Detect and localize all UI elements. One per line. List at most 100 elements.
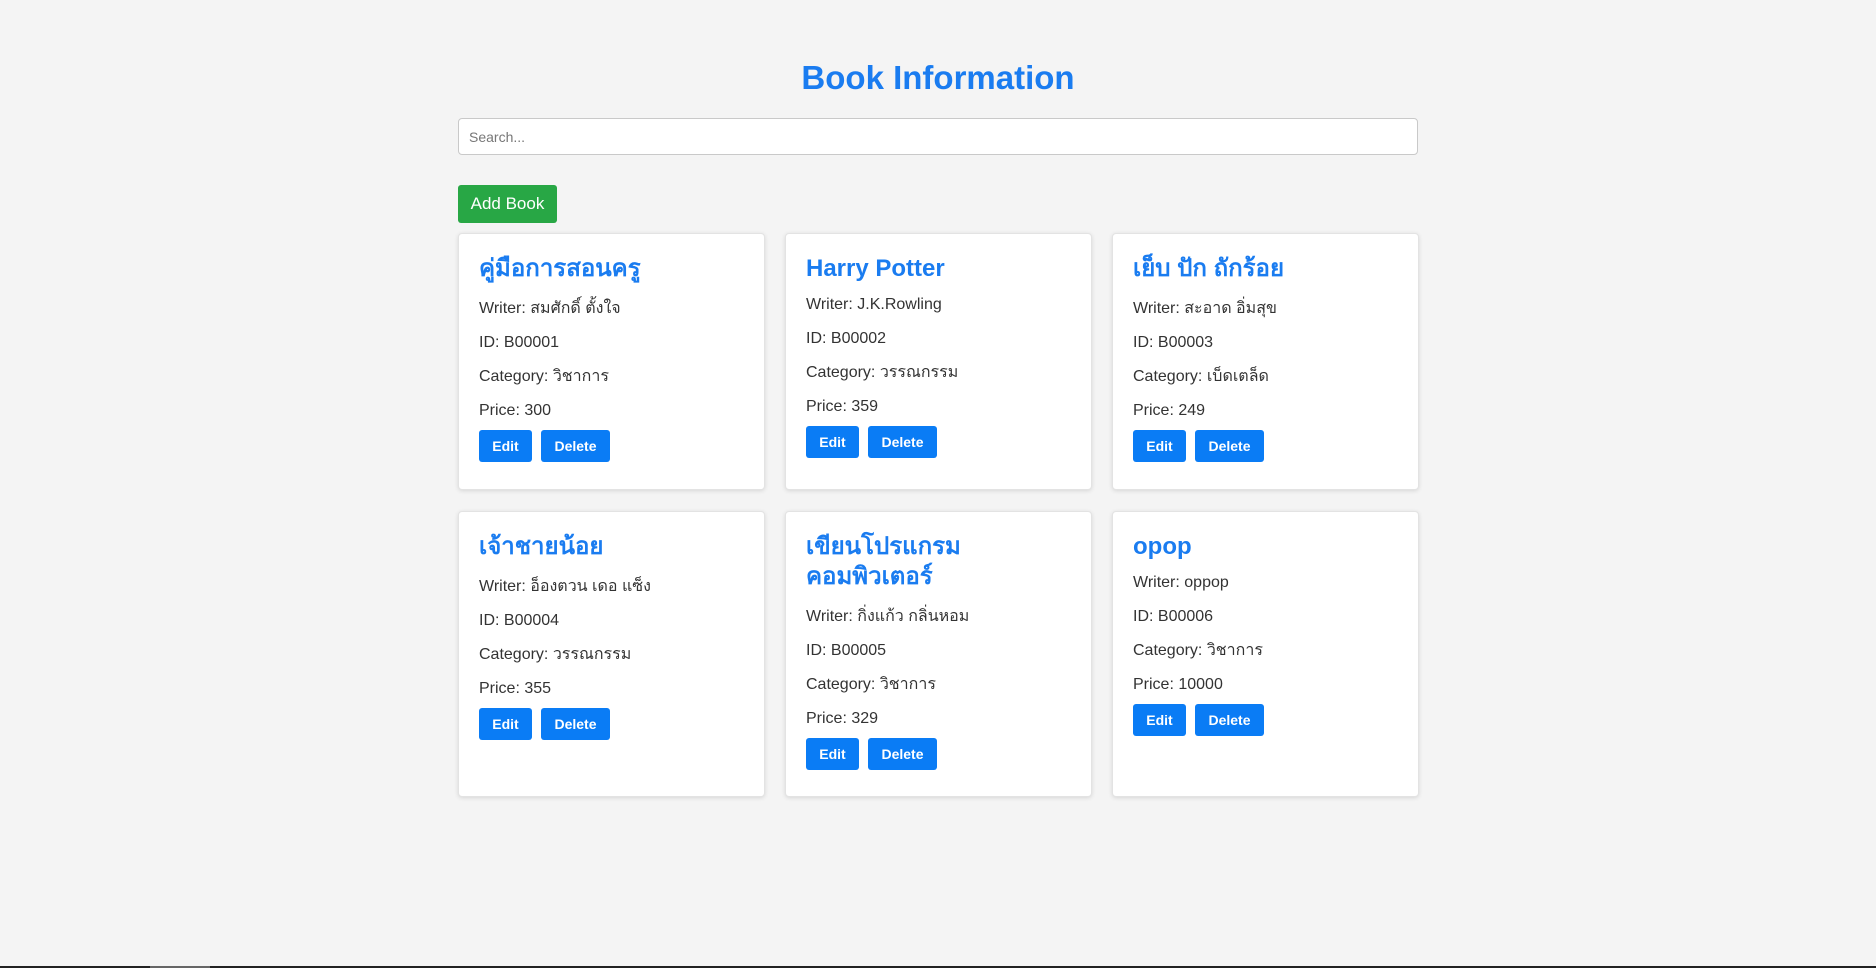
writer-label: Writer:	[806, 608, 858, 625]
card-actions: Edit Delete	[806, 426, 1071, 458]
category-value: วิชาการ	[879, 676, 936, 693]
book-grid: คู่มือการสอนครู Writer: สมศักดิ์ ตั้งใจ …	[458, 233, 1419, 797]
book-writer: Writer: กิ่งแก้ว กลิ่นหอม	[806, 606, 1071, 628]
book-card: opop Writer: oppop ID: B00006 Category: …	[1112, 511, 1419, 797]
book-title: เขียนโปรแกรม คอมพิวเตอร์	[806, 533, 961, 590]
book-title: Harry Potter	[806, 255, 945, 282]
writer-value: สะอาด อิ่มสุข	[1184, 300, 1277, 317]
book-title: opop	[1133, 533, 1192, 560]
price-value: 300	[524, 402, 552, 419]
book-category: Category: วรรณกรรม	[806, 362, 1071, 384]
category-value: เบ็ดเตล็ด	[1206, 368, 1269, 385]
book-id: ID: B00001	[479, 332, 744, 354]
id-value: B00006	[1157, 608, 1214, 625]
book-category: Category: วรรณกรรม	[479, 644, 744, 666]
price-value: 10000	[1178, 676, 1223, 693]
card-actions: Edit Delete	[479, 430, 744, 462]
book-id: ID: B00004	[479, 610, 744, 632]
category-label: Category:	[806, 676, 880, 693]
card-actions: Edit Delete	[479, 708, 744, 740]
add-book-button[interactable]: Add Book	[458, 185, 557, 223]
edit-button[interactable]: Edit	[479, 430, 532, 462]
book-category: Category: วิชาการ	[1133, 640, 1398, 662]
book-writer: Writer: J.K.Rowling	[806, 294, 1071, 316]
book-price: Price: 329	[806, 708, 1071, 730]
book-title: เจ้าชายน้อย	[479, 533, 604, 560]
price-label: Price:	[479, 680, 525, 697]
writer-value: กิ่งแก้ว กลิ่นหอม	[857, 608, 970, 625]
writer-label: Writer:	[806, 296, 858, 313]
writer-value: สมศักดิ์ ตั้งใจ	[530, 300, 621, 317]
book-price: Price: 355	[479, 678, 744, 700]
book-price: Price: 10000	[1133, 674, 1398, 696]
book-title: คู่มือการสอนครู	[479, 255, 641, 282]
book-price: Price: 300	[479, 400, 744, 422]
id-value: B00003	[1157, 334, 1214, 351]
book-card: Harry Potter Writer: J.K.Rowling ID: B00…	[785, 233, 1092, 490]
price-value: 249	[1178, 402, 1206, 419]
card-actions: Edit Delete	[806, 738, 1071, 770]
category-label: Category:	[1133, 368, 1207, 385]
book-writer: Writer: oppop	[1133, 572, 1398, 594]
price-label: Price:	[479, 402, 525, 419]
book-card: เจ้าชายน้อย Writer: อ็องตวน เดอ แซ็ง ID:…	[458, 511, 765, 797]
price-value: 355	[524, 680, 552, 697]
writer-value: oppop	[1184, 574, 1229, 591]
card-actions: Edit Delete	[1133, 430, 1398, 462]
book-writer: Writer: สมศักดิ์ ตั้งใจ	[479, 298, 744, 320]
category-value: วิชาการ	[1206, 642, 1263, 659]
edit-button[interactable]: Edit	[1133, 430, 1186, 462]
delete-button[interactable]: Delete	[1195, 430, 1264, 462]
id-value: B00004	[503, 612, 560, 629]
delete-button[interactable]: Delete	[868, 738, 937, 770]
writer-label: Writer:	[479, 300, 531, 317]
edit-button[interactable]: Edit	[479, 708, 532, 740]
book-card: เย็บ ปัก ถักร้อย Writer: สะอาด อิ่มสุข I…	[1112, 233, 1419, 490]
category-value: วิชาการ	[552, 368, 609, 385]
price-value: 359	[851, 398, 879, 415]
edit-button[interactable]: Edit	[806, 426, 859, 458]
id-value: B00001	[503, 334, 560, 351]
price-value: 329	[851, 710, 879, 727]
category-label: Category:	[479, 368, 553, 385]
price-label: Price:	[1133, 676, 1179, 693]
id-label: ID:	[806, 330, 831, 347]
id-value: B00005	[830, 642, 887, 659]
book-category: Category: เบ็ดเตล็ด	[1133, 366, 1398, 388]
writer-value: อ็องตวน เดอ แซ็ง	[530, 578, 651, 595]
writer-label: Writer:	[1133, 574, 1185, 591]
category-label: Category:	[1133, 642, 1207, 659]
book-id: ID: B00003	[1133, 332, 1398, 354]
card-actions: Edit Delete	[1133, 704, 1398, 736]
edit-button[interactable]: Edit	[1133, 704, 1186, 736]
category-value: วรรณกรรม	[552, 646, 632, 663]
price-label: Price:	[806, 398, 852, 415]
delete-button[interactable]: Delete	[541, 430, 610, 462]
book-id: ID: B00002	[806, 328, 1071, 350]
search-input[interactable]	[458, 118, 1418, 155]
writer-label: Writer:	[479, 578, 531, 595]
book-category: Category: วิชาการ	[806, 674, 1071, 696]
book-price: Price: 359	[806, 396, 1071, 418]
id-label: ID:	[806, 642, 831, 659]
book-card: คู่มือการสอนครู Writer: สมศักดิ์ ตั้งใจ …	[458, 233, 765, 490]
id-label: ID:	[479, 612, 504, 629]
category-label: Category:	[806, 364, 880, 381]
category-value: วรรณกรรม	[879, 364, 959, 381]
writer-value: J.K.Rowling	[857, 296, 942, 313]
book-writer: Writer: อ็องตวน เดอ แซ็ง	[479, 576, 744, 598]
id-label: ID:	[1133, 334, 1158, 351]
delete-button[interactable]: Delete	[868, 426, 937, 458]
id-label: ID:	[1133, 608, 1158, 625]
book-price: Price: 249	[1133, 400, 1398, 422]
delete-button[interactable]: Delete	[541, 708, 610, 740]
delete-button[interactable]: Delete	[1195, 704, 1264, 736]
id-value: B00002	[830, 330, 887, 347]
category-label: Category:	[479, 646, 553, 663]
page-title: Book Information	[801, 59, 1075, 96]
edit-button[interactable]: Edit	[806, 738, 859, 770]
price-label: Price:	[806, 710, 852, 727]
book-writer: Writer: สะอาด อิ่มสุข	[1133, 298, 1398, 320]
price-label: Price:	[1133, 402, 1179, 419]
book-id: ID: B00006	[1133, 606, 1398, 628]
